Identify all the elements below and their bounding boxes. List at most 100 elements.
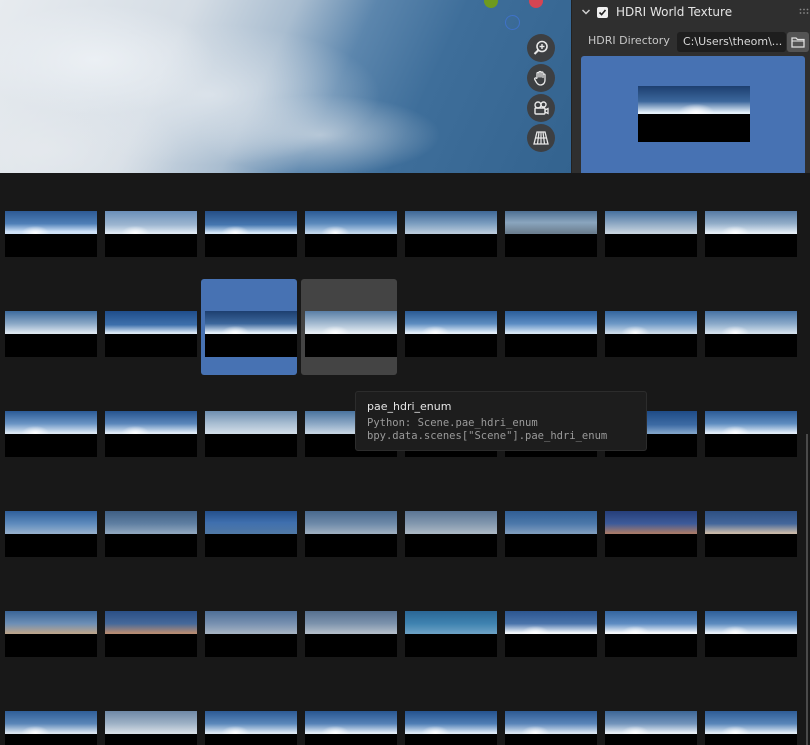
hdri-thumbnail-image — [205, 511, 297, 557]
hdri-thumbnail[interactable] — [401, 179, 497, 275]
3d-viewport[interactable] — [0, 0, 571, 173]
hdri-thumbnail-image — [205, 611, 297, 657]
hdri-thumbnail-image — [305, 211, 397, 257]
hdri-thumbnail[interactable] — [201, 579, 297, 675]
enable-checkbox[interactable] — [597, 6, 608, 18]
hdri-preview-thumbnail — [638, 86, 750, 142]
hdri-thumbnail-image — [505, 211, 597, 257]
folder-icon — [791, 37, 805, 48]
hdri-thumbnail[interactable] — [201, 179, 297, 275]
hdri-thumbnail[interactable] — [101, 479, 197, 575]
hdri-thumbnail[interactable] — [201, 479, 297, 575]
hdri-thumbnail[interactable] — [301, 179, 397, 275]
hdri-thumbnail[interactable] — [201, 279, 297, 375]
hdri-thumbnail-image — [405, 211, 497, 257]
hdri-thumbnail-image — [5, 611, 97, 657]
perspective-toggle-button[interactable] — [527, 124, 555, 152]
hdri-thumbnail[interactable] — [201, 379, 297, 475]
hdri-thumbnail[interactable] — [701, 379, 797, 475]
hdri-thumbnail-image — [505, 311, 597, 357]
hdri-thumbnail-image — [205, 711, 297, 745]
drag-handle-icon[interactable] — [799, 8, 809, 16]
hdri-thumbnail-image — [105, 711, 197, 745]
hdri-thumbnail[interactable] — [601, 279, 697, 375]
hdri-thumbnail-image — [605, 611, 697, 657]
camera-view-button[interactable] — [527, 94, 555, 122]
hdri-thumbnail-image — [705, 311, 797, 357]
hdri-thumbnail[interactable] — [1, 179, 97, 275]
hdri-thumbnail[interactable] — [101, 379, 197, 475]
hdri-thumbnail[interactable] — [1, 479, 97, 575]
hdri-thumbnail[interactable] — [1, 679, 97, 745]
hdri-thumbnail[interactable] — [601, 579, 697, 675]
hdri-thumbnail-image — [205, 411, 297, 457]
hdri-thumbnail[interactable] — [601, 179, 697, 275]
tooltip-data-path: bpy.data.scenes["Scene"].pae_hdri_enum — [367, 430, 608, 442]
hdri-thumbnail-image — [105, 411, 197, 457]
gizmo-negative-axis-icon[interactable] — [505, 15, 520, 30]
hdri-thumbnail-image — [405, 711, 497, 745]
panel-header[interactable]: HDRI World Texture — [572, 0, 810, 24]
hdri-thumbnail[interactable] — [101, 179, 197, 275]
grid-icon — [533, 131, 549, 145]
hdri-thumbnail[interactable] — [701, 179, 797, 275]
hdri-thumbnail-image — [5, 311, 97, 357]
browse-folder-button[interactable] — [787, 32, 809, 52]
hdri-preview-button[interactable] — [581, 56, 805, 173]
hdri-thumbnail[interactable] — [501, 679, 597, 745]
hdri-thumbnail[interactable] — [701, 579, 797, 675]
hdri-thumbnail-image — [505, 511, 597, 557]
hdri-thumbnail[interactable] — [301, 679, 397, 745]
hdri-thumbnail[interactable] — [401, 279, 497, 375]
hdri-thumbnail[interactable] — [501, 479, 597, 575]
hdri-thumbnail[interactable] — [701, 479, 797, 575]
tooltip-title: pae_hdri_enum — [367, 400, 452, 413]
hdri-thumbnail-image — [5, 711, 97, 745]
zoom-button[interactable] — [527, 34, 555, 62]
tooltip: pae_hdri_enum Python: Scene.pae_hdri_enu… — [355, 391, 647, 451]
hdri-thumbnail-image — [305, 611, 397, 657]
tooltip-python-path: Python: Scene.pae_hdri_enum — [367, 417, 538, 429]
hdri-thumbnail[interactable] — [301, 479, 397, 575]
hdri-thumbnail[interactable] — [601, 679, 697, 745]
pan-button[interactable] — [527, 64, 555, 92]
hdri-thumbnail-grid[interactable] — [0, 174, 808, 745]
hdri-thumbnail[interactable] — [1, 379, 97, 475]
hdri-thumbnail[interactable] — [101, 279, 197, 375]
hdri-thumbnail-image — [705, 511, 797, 557]
hdri-thumbnail-image — [305, 311, 397, 357]
hdri-thumbnail[interactable] — [1, 579, 97, 675]
hdri-directory-field[interactable]: C:\Users\theom\... — [677, 32, 786, 52]
hdri-thumbnail[interactable] — [701, 679, 797, 745]
hdri-thumbnail-image — [105, 211, 197, 257]
hdri-thumbnail[interactable] — [101, 679, 197, 745]
hdri-thumbnail-image — [405, 511, 497, 557]
hdri-thumbnail[interactable] — [501, 179, 597, 275]
hdri-thumbnail-image — [705, 411, 797, 457]
hdri-thumbnail[interactable] — [301, 279, 397, 375]
hdri-thumbnail[interactable] — [701, 279, 797, 375]
chevron-down-icon[interactable] — [580, 6, 592, 18]
hdri-thumbnail[interactable] — [401, 679, 497, 745]
grid-scrollbar[interactable] — [806, 434, 808, 745]
gizmo-x-axis-icon[interactable] — [529, 0, 543, 8]
hdri-thumbnail-image — [605, 711, 697, 745]
hdri-thumbnail[interactable] — [201, 679, 297, 745]
hdri-thumbnail[interactable] — [501, 279, 597, 375]
hdri-thumbnail[interactable] — [501, 579, 597, 675]
zoom-icon — [533, 40, 548, 55]
hdri-thumbnail[interactable] — [401, 479, 497, 575]
hdri-thumbnail[interactable] — [301, 579, 397, 675]
hdri-thumbnail-image — [605, 511, 697, 557]
hdri-thumbnail[interactable] — [601, 479, 697, 575]
hdri-thumbnail[interactable] — [1, 279, 97, 375]
hdri-directory-label: HDRI Directory — [588, 34, 670, 47]
hdri-thumbnail[interactable] — [401, 579, 497, 675]
hdri-thumbnail[interactable] — [101, 579, 197, 675]
hand-icon — [533, 70, 546, 86]
gizmo-y-axis-icon[interactable] — [484, 0, 498, 8]
hdri-thumbnail-image — [105, 311, 197, 357]
hdri-thumbnail-image — [705, 611, 797, 657]
hdri-thumbnail-image — [5, 211, 97, 257]
properties-panel: HDRI World Texture HDRI Directory C:\Use… — [571, 0, 810, 173]
